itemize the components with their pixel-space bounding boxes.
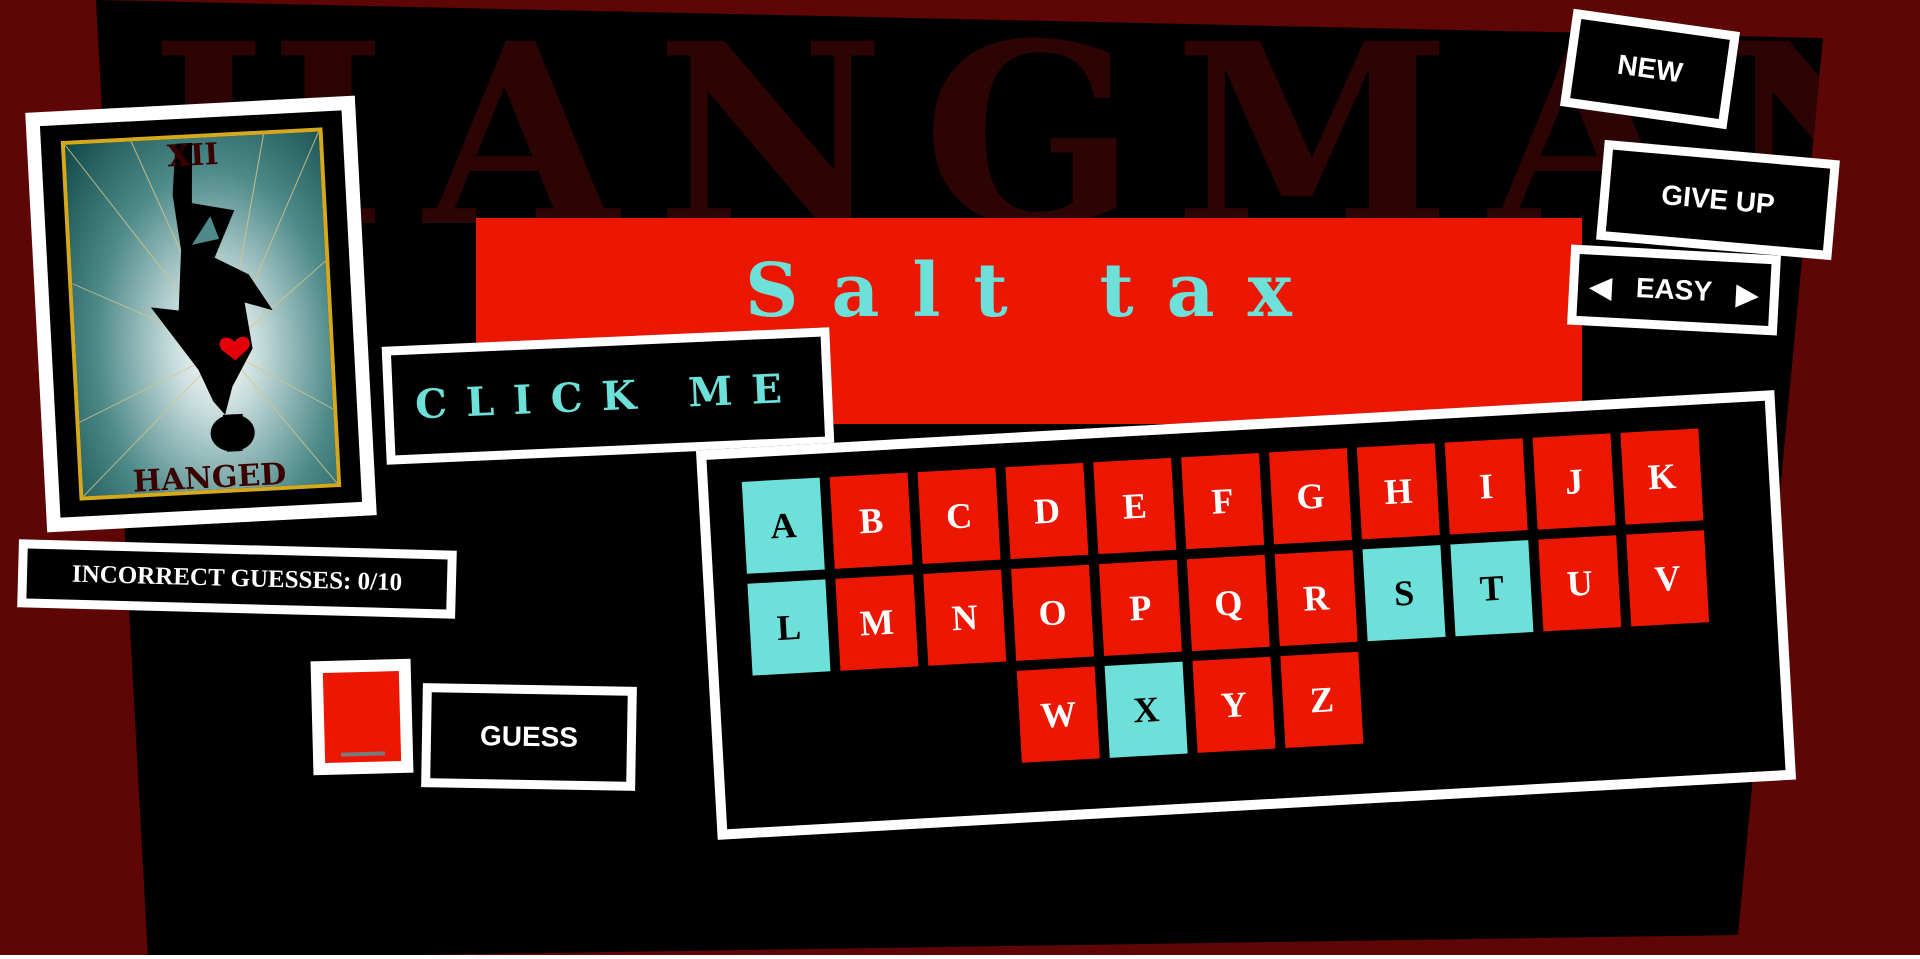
click-me-label: CLICK ME [414,364,802,428]
key-label: J [1563,461,1585,502]
key-a[interactable]: A [741,477,825,574]
incorrect-guesses-label: INCORRECT GUESSES: 0/10 [71,560,403,597]
key-n[interactable]: N [923,569,1007,666]
guess-input-frame [310,658,414,776]
key-label: T [1478,567,1505,609]
key-label: F [1210,480,1235,522]
key-y[interactable]: Y [1192,656,1276,753]
new-button-label: NEW [1615,48,1685,89]
key-r[interactable]: R [1274,549,1358,647]
key-label: D [1032,490,1061,532]
key-z[interactable]: Z [1280,651,1364,749]
key-label: N [950,597,979,639]
key-e[interactable]: E [1093,457,1177,555]
give-up-button[interactable]: GIVE UP [1596,139,1840,261]
key-d[interactable]: D [1005,462,1089,560]
key-f[interactable]: F [1181,453,1265,550]
key-label: O [1037,592,1068,634]
key-label: K [1646,455,1678,498]
hanged-man-icon [64,131,338,497]
difficulty-selector[interactable]: ◀ EASY ▶ [1567,244,1781,336]
incorrect-guesses-counter: INCORRECT GUESSES: 0/10 [17,539,457,619]
guess-button[interactable]: GUESS [421,683,637,791]
key-j[interactable]: J [1532,433,1616,530]
key-i[interactable]: I [1444,438,1528,535]
key-u[interactable]: U [1538,535,1622,632]
guess-button-label: GUESS [479,720,579,753]
phrase-display: Salt tax [745,248,1325,334]
key-b[interactable]: B [829,472,913,569]
key-label: U [1565,562,1594,605]
key-label: Z [1308,679,1335,721]
triangle-left-icon[interactable]: ◀ [1589,269,1612,303]
key-l[interactable]: L [747,579,831,676]
key-c[interactable]: C [917,467,1001,564]
bottom-strip [0,955,1920,959]
key-label: B [858,500,885,542]
key-label: Y [1219,684,1249,726]
key-label: H [1383,470,1414,513]
key-o[interactable]: O [1011,564,1095,661]
key-label: P [1128,587,1153,629]
key-label: R [1302,577,1331,619]
key-label: A [769,504,798,547]
give-up-button-label: GIVE UP [1660,179,1776,220]
key-label: M [858,601,895,644]
key-label: G [1295,475,1326,517]
key-v[interactable]: V [1626,530,1710,627]
key-k[interactable]: K [1620,428,1704,525]
key-label: C [944,495,974,537]
key-label: W [1039,693,1078,736]
key-h[interactable]: H [1356,443,1440,540]
tarot-card: XII HANGED [39,110,363,518]
difficulty-label: EASY [1635,272,1713,307]
key-label: I [1478,466,1495,507]
click-me-button[interactable]: CLICK ME [381,327,835,465]
key-label: V [1653,557,1682,600]
key-label: S [1392,572,1416,614]
letter-keyboard: A B C D E F G H I J K L M N O P Q R S T U V W X Y Z [695,390,1797,840]
key-label: E [1121,485,1148,527]
key-label: Q [1213,582,1244,624]
key-label: X [1132,689,1161,731]
tarot-card-frame: XII HANGED [25,95,377,533]
key-p[interactable]: P [1098,559,1182,656]
key-t[interactable]: T [1450,540,1534,637]
keyboard-row-3: W X Y Z [1016,651,1364,763]
key-g[interactable]: G [1268,448,1352,545]
key-w[interactable]: W [1016,666,1100,763]
key-q[interactable]: Q [1186,554,1270,652]
key-s[interactable]: S [1362,545,1446,642]
key-m[interactable]: M [835,574,919,671]
key-label: L [775,606,803,649]
guess-input[interactable] [322,671,402,763]
key-x[interactable]: X [1104,661,1188,758]
triangle-right-icon[interactable]: ▶ [1736,277,1759,311]
tarot-card-art: XII HANGED [60,127,342,501]
